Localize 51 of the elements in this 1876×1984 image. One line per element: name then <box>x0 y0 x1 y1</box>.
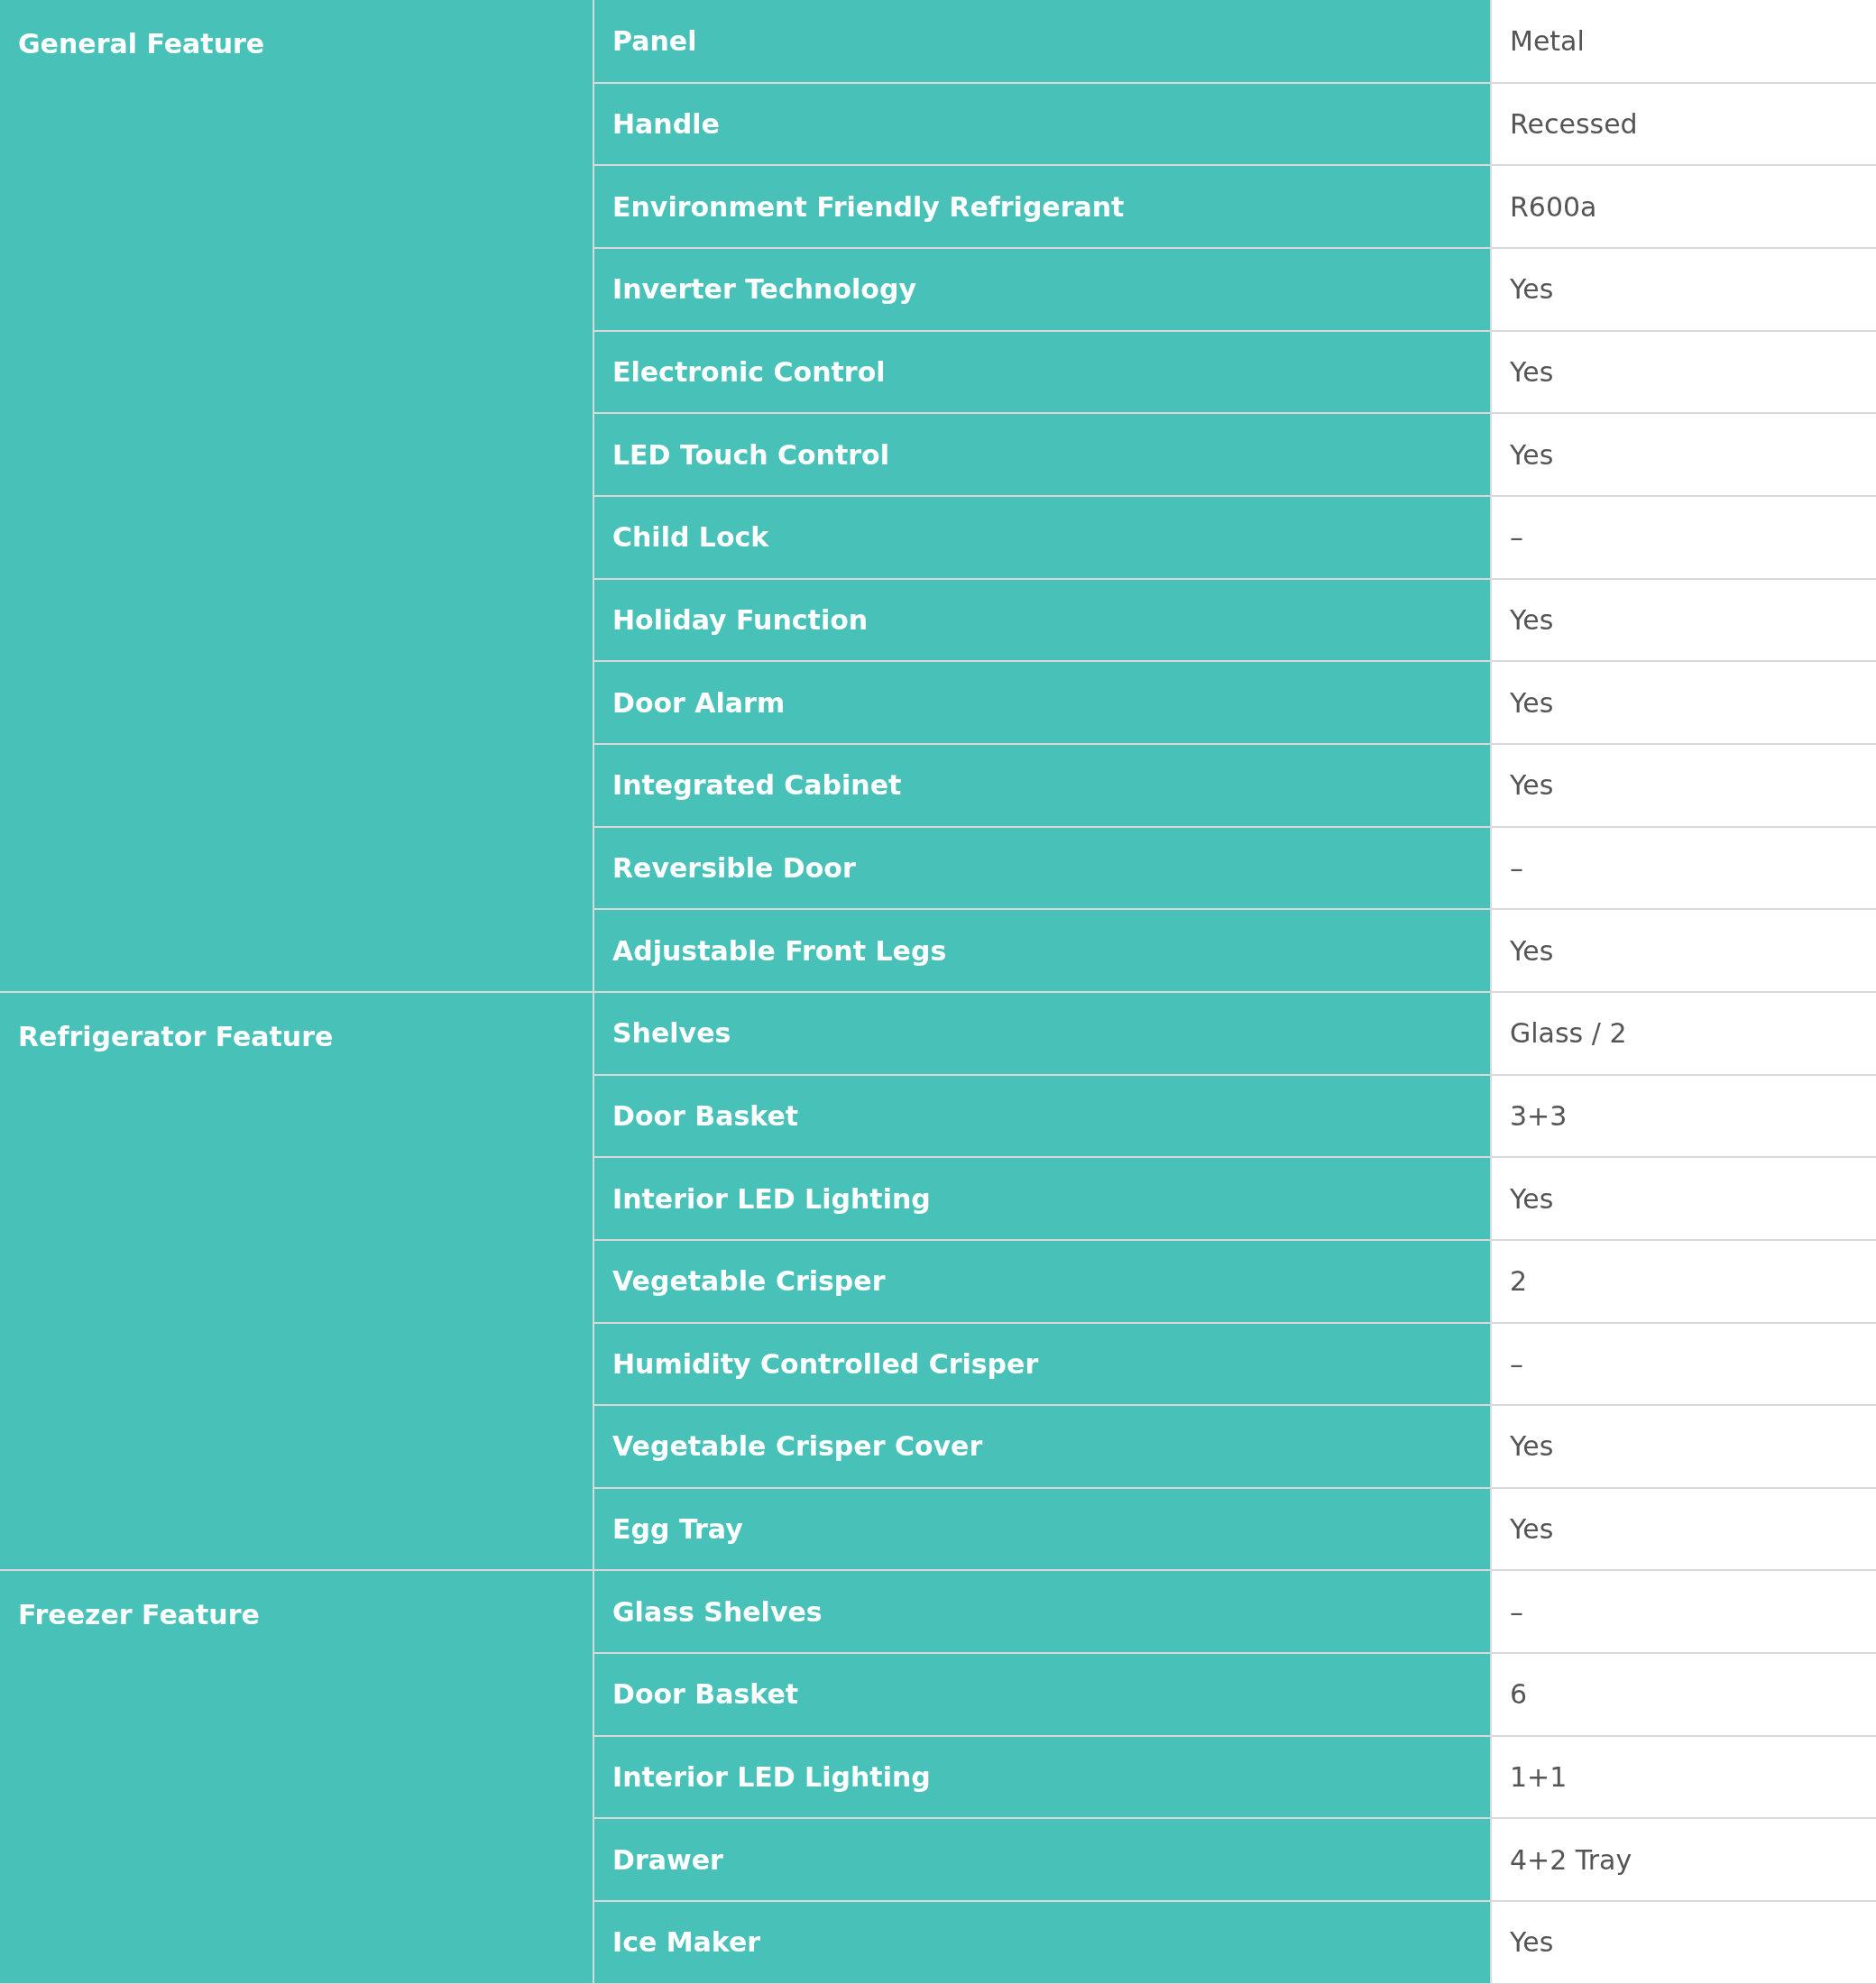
group-header-cell: General Feature <box>0 0 593 992</box>
feature-label-cell: Humidity Controlled Crisper <box>593 1322 1491 1406</box>
feature-label-cell: Adjustable Front Legs <box>593 909 1491 992</box>
feature-label-cell: Vegetable Crisper Cover <box>593 1405 1491 1488</box>
feature-value-cell: Yes <box>1491 413 1876 496</box>
feature-value-cell: Yes <box>1491 1157 1876 1240</box>
feature-value-cell: 6 <box>1491 1653 1876 1736</box>
feature-value-cell: – <box>1491 826 1876 910</box>
feature-value-cell: Yes <box>1491 1487 1876 1571</box>
feature-value-cell: Yes <box>1491 330 1876 414</box>
feature-value-cell: Yes <box>1491 578 1876 662</box>
group-header-cell: Refrigerator Feature <box>0 991 593 1571</box>
feature-label-cell: Reversible Door <box>593 826 1491 910</box>
feature-value-cell: R600a <box>1491 165 1876 248</box>
feature-value-cell: Yes <box>1491 743 1876 827</box>
feature-label-cell: Holiday Function <box>593 578 1491 662</box>
feature-label-cell: LED Touch Control <box>593 413 1491 496</box>
feature-label-cell: Electronic Control <box>593 330 1491 414</box>
feature-label-cell: Shelves <box>593 991 1491 1075</box>
feature-value-cell: Recessed <box>1491 82 1876 166</box>
feature-value-cell: – <box>1491 495 1876 579</box>
feature-label-cell: Interior LED Lighting <box>593 1735 1491 1819</box>
feature-label-cell: Interior LED Lighting <box>593 1157 1491 1240</box>
feature-label-cell: Door Basket <box>593 1653 1491 1736</box>
feature-value-cell: Yes <box>1491 1405 1876 1488</box>
feature-label-cell: Glass Shelves <box>593 1570 1491 1654</box>
feature-value-cell: 3+3 <box>1491 1074 1876 1158</box>
feature-value-cell: Yes <box>1491 661 1876 744</box>
feature-label-cell: Door Alarm <box>593 661 1491 744</box>
feature-value-cell: 4+2 Tray <box>1491 1818 1876 1902</box>
feature-value-cell: Metal <box>1491 0 1876 83</box>
feature-value-cell: Yes <box>1491 247 1876 331</box>
feature-label-cell: Handle <box>593 82 1491 166</box>
feature-label-cell: Integrated Cabinet <box>593 743 1491 827</box>
feature-value-cell: Yes <box>1491 909 1876 992</box>
feature-value-cell: – <box>1491 1322 1876 1406</box>
feature-label-cell: Egg Tray <box>593 1487 1491 1571</box>
feature-label-cell: Drawer <box>593 1818 1491 1902</box>
feature-label-cell: Door Basket <box>593 1074 1491 1158</box>
feature-value-cell: Glass / 2 <box>1491 991 1876 1075</box>
feature-label-cell: Child Lock <box>593 495 1491 579</box>
feature-value-cell: 1+1 <box>1491 1735 1876 1819</box>
feature-value-cell: 2 <box>1491 1239 1876 1323</box>
feature-label-cell: Inverter Technology <box>593 247 1491 331</box>
feature-value-cell: Yes <box>1491 1901 1876 1984</box>
feature-label-cell: Panel <box>593 0 1491 83</box>
group-header-cell: Freezer Feature <box>0 1570 593 1984</box>
feature-label-cell: Environment Friendly Refrigerant <box>593 165 1491 248</box>
feature-label-cell: Ice Maker <box>593 1901 1491 1984</box>
feature-value-cell: – <box>1491 1570 1876 1654</box>
feature-label-cell: Vegetable Crisper <box>593 1239 1491 1323</box>
